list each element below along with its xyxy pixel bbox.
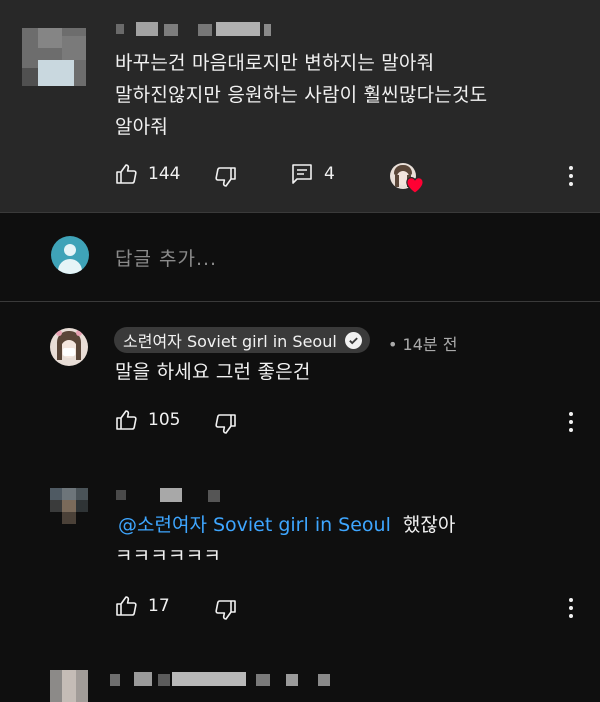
- dislike-icon: [215, 600, 236, 620]
- author-name: 소련여자 Soviet girl in Seoul: [123, 332, 337, 351]
- avatar-pixelated[interactable]: [50, 670, 88, 702]
- dislike-button[interactable]: [214, 412, 238, 436]
- add-reply-input[interactable]: 답글 추가...: [115, 244, 217, 271]
- comment-text: 말을 하세요 그런 좋은건: [115, 361, 311, 383]
- more-options-button[interactable]: [567, 596, 575, 620]
- avatar-pixelated[interactable]: [22, 28, 86, 86]
- avatar-pixelated[interactable]: [50, 488, 88, 526]
- creator-heart: [390, 163, 426, 195]
- more-options-button[interactable]: [567, 164, 575, 188]
- like-count: 17: [148, 596, 170, 616]
- comment-text: 바꾸는건 마음대로지만 변하지는 말아줘 말하진않지만 응원하는 사람이 훨씬많…: [115, 47, 487, 143]
- divider: [0, 212, 600, 213]
- comment-line: ㅋㅋㅋㅋㅋㅋ: [115, 545, 222, 567]
- reply-icon: [292, 164, 312, 184]
- comment-line: 말하진않지만 응원하는 사람이 훨씬많다는것도: [115, 84, 488, 106]
- username-pixelated[interactable]: [116, 486, 226, 504]
- like-button[interactable]: 144: [114, 162, 180, 186]
- replies-button[interactable]: 4: [290, 162, 335, 186]
- timestamp: • 14분 전: [388, 335, 458, 354]
- like-button[interactable]: 105: [114, 408, 180, 432]
- comment-line: 알아줘: [115, 116, 169, 138]
- like-icon: [116, 596, 137, 616]
- comment-text-inline: 했잖아: [402, 514, 456, 536]
- like-button[interactable]: 17: [114, 594, 170, 618]
- divider: [0, 301, 600, 302]
- username-pixelated[interactable]: [110, 672, 335, 688]
- like-count: 144: [148, 164, 181, 184]
- dislike-button[interactable]: [214, 598, 238, 622]
- user-avatar: [51, 236, 89, 274]
- like-count: 105: [148, 410, 181, 430]
- dislike-button[interactable]: [214, 165, 238, 189]
- comment-line: 바꾸는건 마음대로지만 변하지는 말아줘: [115, 52, 435, 74]
- heart-icon: [406, 177, 424, 194]
- dislike-icon: [215, 167, 236, 187]
- username-pixelated[interactable]: [116, 20, 271, 38]
- like-icon: [116, 164, 137, 184]
- reply-count: 4: [324, 164, 335, 184]
- more-options-button[interactable]: [567, 410, 575, 434]
- dislike-icon: [215, 414, 236, 434]
- author-badge[interactable]: 소련여자 Soviet girl in Seoul: [114, 327, 370, 353]
- comment-text: @소련여자 Soviet girl in Seoul 했잖아: [118, 511, 455, 539]
- mention-link[interactable]: @소련여자 Soviet girl in Seoul: [118, 514, 391, 536]
- author-avatar[interactable]: [50, 328, 88, 366]
- verified-check-icon: [344, 331, 362, 349]
- like-icon: [116, 410, 137, 430]
